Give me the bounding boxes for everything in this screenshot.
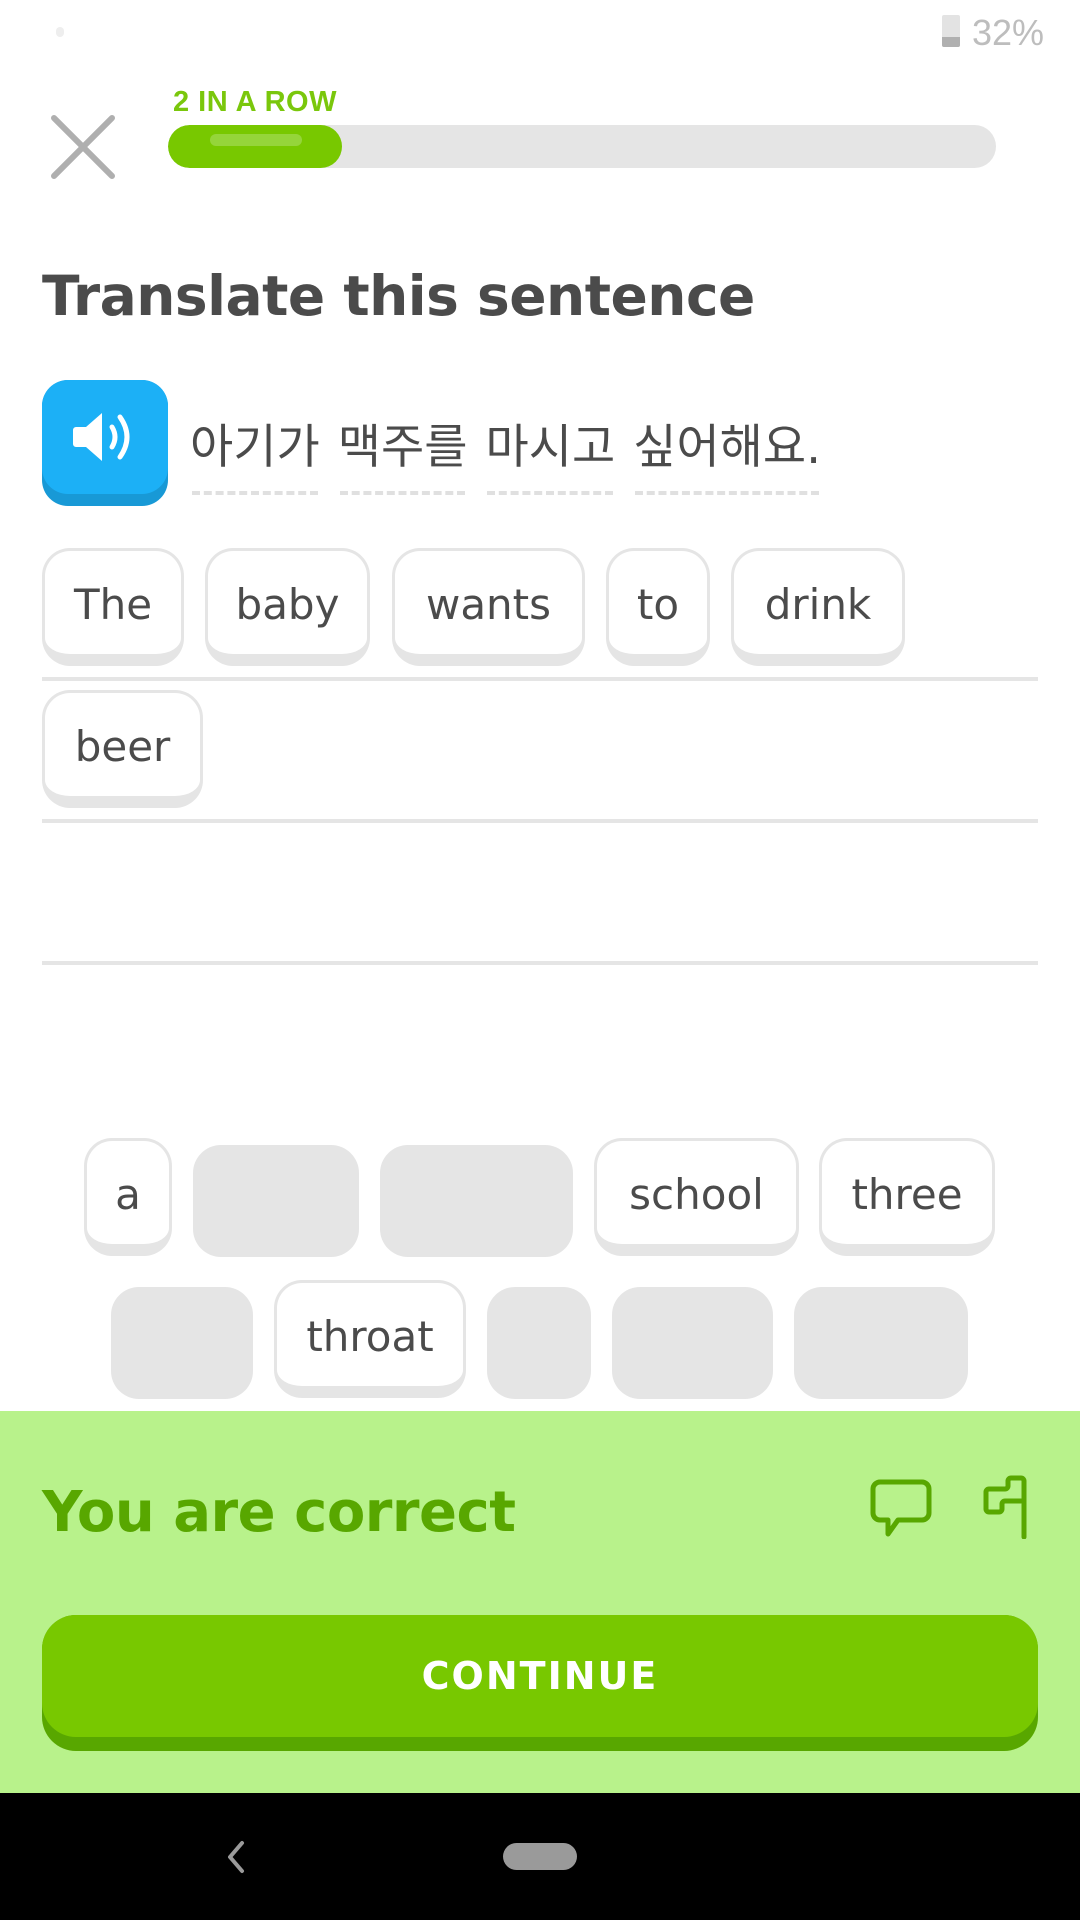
comment-icon <box>870 1479 932 1537</box>
battery-level <box>942 36 960 47</box>
battery-icon <box>942 15 960 47</box>
discuss-button[interactable] <box>870 1478 932 1538</box>
word-bank-chip[interactable]: school <box>594 1138 799 1256</box>
word-bank: a school three throat <box>0 1135 1080 1405</box>
answer-chip[interactable]: drink <box>731 548 905 666</box>
answer-chip[interactable]: to <box>606 548 710 666</box>
nav-home-button[interactable] <box>503 1843 577 1870</box>
play-audio-button[interactable] <box>42 380 168 506</box>
answer-line <box>42 961 1038 965</box>
word-bank-slot-empty <box>380 1145 573 1257</box>
report-button[interactable] <box>980 1475 1032 1540</box>
word-bank-slot-empty <box>111 1287 253 1399</box>
battery-percent: 32% <box>972 12 1045 53</box>
streak-label: 2 IN A ROW <box>173 86 337 118</box>
prompt-word[interactable]: 맥주를 <box>338 408 467 495</box>
answer-line <box>42 819 1038 823</box>
prompt-word[interactable]: 마시고 <box>485 408 615 495</box>
word-bank-chip[interactable]: throat <box>274 1280 466 1398</box>
feedback-title: You are correct <box>42 1480 516 1545</box>
close-button[interactable] <box>48 112 118 182</box>
answer-chip[interactable]: baby <box>205 548 370 666</box>
continue-label: CONTINUE <box>42 1615 1038 1737</box>
progress-fill <box>168 125 342 168</box>
answer-chip[interactable]: wants <box>392 548 585 666</box>
word-bank-chip[interactable]: three <box>819 1138 995 1256</box>
continue-button[interactable]: CONTINUE <box>42 1615 1038 1751</box>
prompt-word[interactable]: 싶어해요. <box>633 408 821 495</box>
progress-highlight <box>210 134 302 146</box>
notification-dot <box>56 27 64 37</box>
close-icon <box>51 115 115 179</box>
prompt-word[interactable]: 아기가 <box>190 408 320 495</box>
flag-icon <box>983 1475 1027 1540</box>
lesson-progress-bar <box>168 125 996 168</box>
nav-back-button[interactable] <box>222 1840 252 1874</box>
back-chevron-icon <box>228 1841 244 1873</box>
word-bank-chip[interactable]: a <box>84 1138 172 1256</box>
answer-chip[interactable]: beer <box>42 690 203 808</box>
challenge-title: Translate this sentence <box>42 264 755 328</box>
word-bank-slot-empty <box>487 1287 591 1399</box>
answer-chip[interactable]: The <box>42 548 184 666</box>
answer-line <box>42 677 1038 681</box>
word-bank-slot-empty <box>193 1145 359 1257</box>
speaker-icon <box>73 413 130 461</box>
word-bank-slot-empty <box>612 1287 773 1399</box>
prompt-sentence: 아기가 맥주를 마시고 싶어해요. <box>190 408 821 495</box>
word-bank-slot-empty <box>794 1287 968 1399</box>
